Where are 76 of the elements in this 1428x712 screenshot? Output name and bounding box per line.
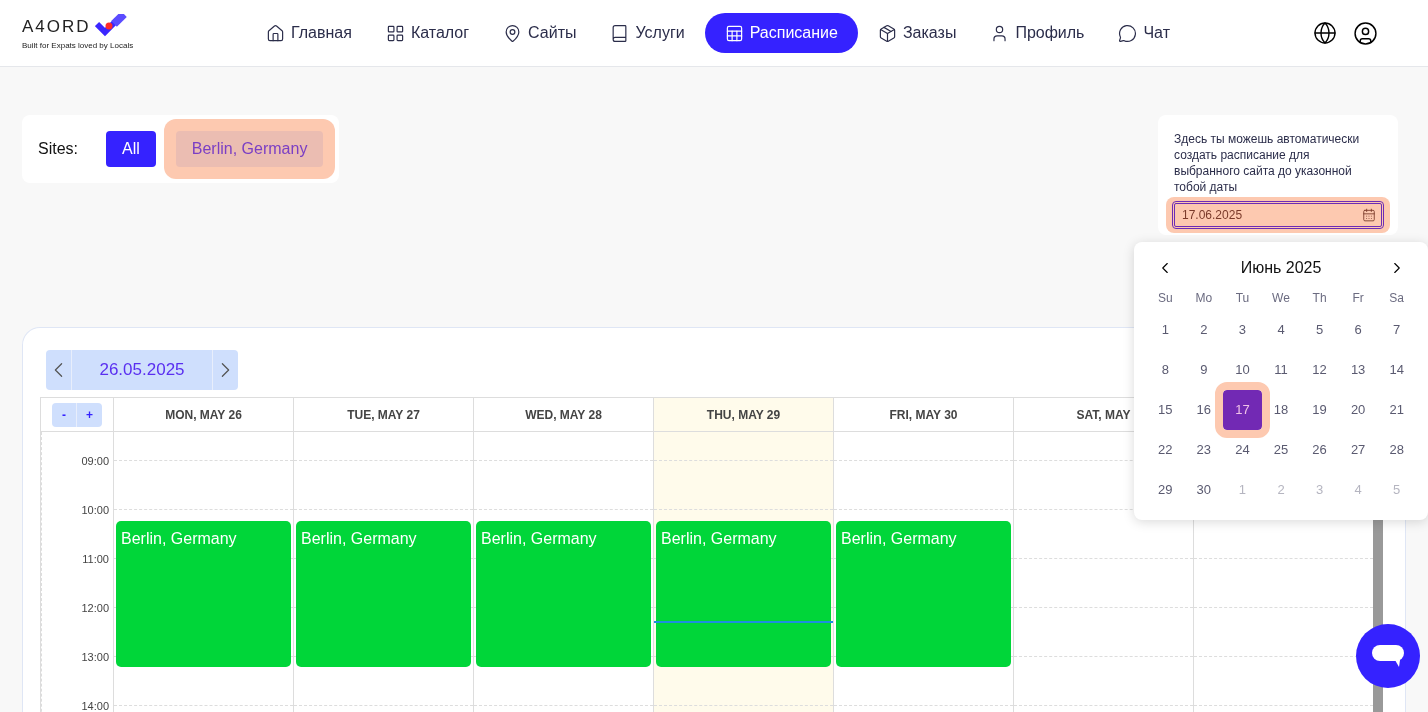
zoom-in-button[interactable]: + <box>77 402 102 427</box>
box-icon <box>877 23 897 43</box>
calendar-day[interactable]: 6 <box>1338 310 1378 350</box>
calendar-day[interactable]: 7 <box>1377 310 1416 350</box>
calendar-day[interactable]: 25 <box>1261 430 1301 470</box>
calendar-day[interactable]: 27 <box>1338 430 1378 470</box>
nav-tab[interactable]: Сайты <box>489 13 591 53</box>
calendar-day[interactable]: 24 <box>1223 430 1262 470</box>
weekday-label: Th <box>1312 290 1327 307</box>
calendar-day[interactable]: 30 <box>1184 470 1224 510</box>
month-title: Июнь 2025 <box>1240 258 1322 278</box>
calendar-day[interactable]: 8 <box>1146 350 1185 390</box>
zoom-out-button[interactable]: - <box>52 402 77 427</box>
calendar-day[interactable]: 2 <box>1184 310 1224 350</box>
calendar-day[interactable]: 13 <box>1338 350 1378 390</box>
nav-tab[interactable]: Главная <box>252 13 366 53</box>
nav-tab[interactable]: Заказы <box>863 13 971 53</box>
globe-icon[interactable] <box>1313 21 1337 45</box>
table-icon <box>724 23 744 43</box>
calendar-day[interactable]: 11 <box>1261 350 1301 390</box>
calendar-day[interactable]: 5 <box>1300 310 1339 350</box>
nav-tab[interactable]: Чат <box>1104 13 1184 53</box>
hour-label: 10:00 <box>81 503 109 518</box>
calendar-day[interactable]: 4 <box>1261 310 1301 350</box>
home-icon <box>266 23 285 43</box>
date-input-field[interactable]: 17.06.2025 <box>1172 201 1384 229</box>
calendar-day[interactable]: 26 <box>1300 430 1339 470</box>
hour-label: 14:00 <box>81 699 109 712</box>
day-header: SAT, MAY <box>1076 406 1131 424</box>
hour-label: 09:00 <box>81 454 109 469</box>
site-filter-button[interactable]: Berlin, Germany <box>175 131 324 167</box>
weekday-label: Fr <box>1352 290 1364 307</box>
sites-label: Sites: <box>38 139 78 159</box>
hour-label: 12:00 <box>81 601 109 616</box>
calendar-day[interactable]: 10 <box>1223 350 1262 390</box>
nav-tab[interactable]: Каталог <box>371 13 484 53</box>
calendar-day[interactable]: 29 <box>1146 470 1185 510</box>
nav-tab[interactable]: Профиль <box>976 13 1099 53</box>
calendar-day[interactable]: 23 <box>1184 430 1224 470</box>
calendar-day[interactable]: 1 <box>1146 310 1185 350</box>
calendar-day[interactable]: 15 <box>1146 390 1185 430</box>
logo-tagline: Built for Expats loved by Locals <box>22 40 135 52</box>
profile-icon[interactable] <box>1353 20 1378 46</box>
calendar-day[interactable]: 14 <box>1377 350 1416 390</box>
weekday-label: Mo <box>1195 290 1213 307</box>
calendar-day[interactable]: 12 <box>1300 350 1339 390</box>
auto-schedule-description: Здесь ты можешь автоматически создать расписание для выбранного сайта до указонной тобой даты <box>1173 131 1361 195</box>
weekday-label: We <box>1272 290 1290 307</box>
nav-tab[interactable]: Расписание <box>704 13 858 53</box>
site-filter-button[interactable]: All <box>106 131 156 167</box>
calendar-day[interactable]: 28 <box>1377 430 1416 470</box>
chat-icon <box>1118 23 1138 43</box>
weekday-label: Sa <box>1389 290 1405 307</box>
weekday-label: Tu <box>1235 290 1250 307</box>
calendar-day[interactable]: 19 <box>1300 390 1339 430</box>
calendar-day[interactable]: 22 <box>1146 430 1185 470</box>
weekday-label: Su <box>1157 290 1173 307</box>
day-header: WED, MAY 28 <box>525 406 602 424</box>
logo-wordmark: A4ORD <box>22 17 91 35</box>
hour-label: 11:00 <box>82 552 109 567</box>
calendar-day[interactable]: 18 <box>1261 390 1301 430</box>
day-header: MON, MAY 26 <box>165 406 242 424</box>
day-header: FRI, MAY 30 <box>889 406 958 424</box>
calendar-day[interactable]: 20 <box>1338 390 1378 430</box>
chat-bubble-icon <box>1371 643 1405 669</box>
calendar-day[interactable]: 3 <box>1223 310 1262 350</box>
logo-mark-icon <box>94 14 129 38</box>
calendar-day[interactable]: 9 <box>1184 350 1224 390</box>
grid-icon <box>385 23 405 43</box>
day-header: THU, MAY 29 <box>706 406 781 424</box>
nav-tab[interactable]: Услуги <box>596 13 699 53</box>
calendar-day[interactable]: 21 <box>1377 390 1416 430</box>
calendar-icon[interactable] <box>1362 208 1376 222</box>
calendar-day[interactable]: 16 <box>1184 390 1224 430</box>
hour-label: 13:00 <box>81 650 109 665</box>
day-header: TUE, MAY 27 <box>347 406 420 424</box>
